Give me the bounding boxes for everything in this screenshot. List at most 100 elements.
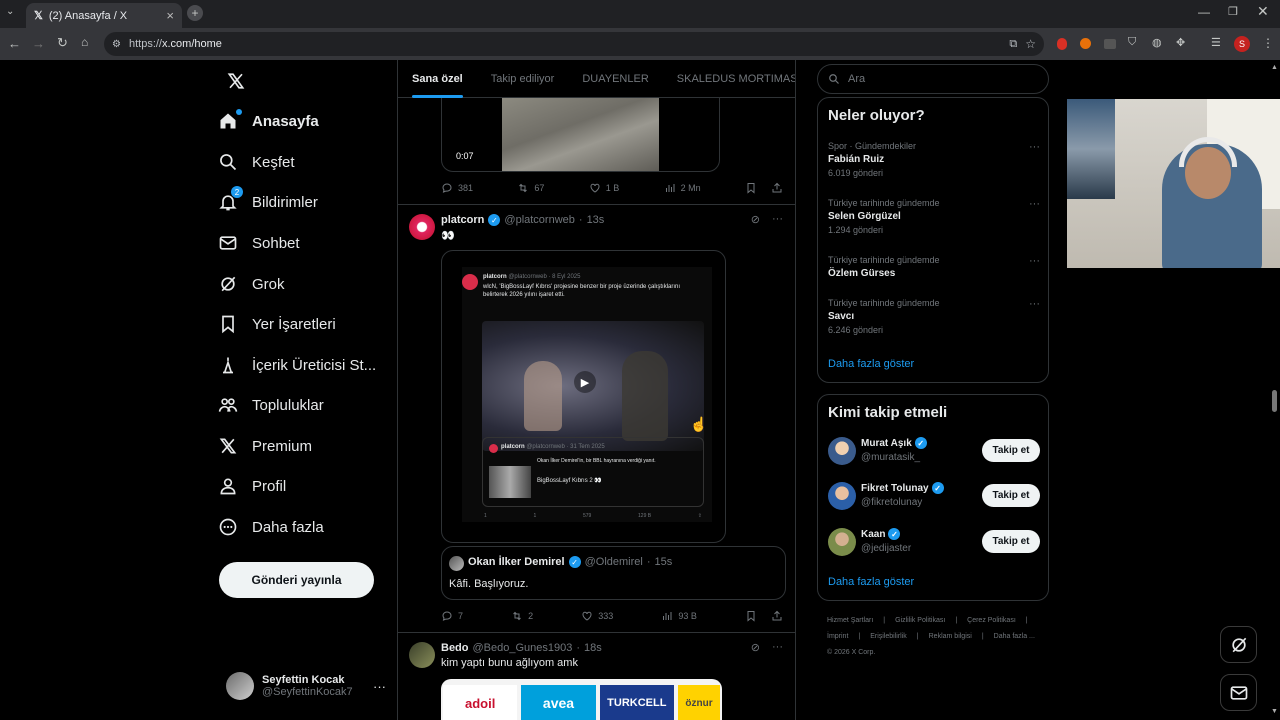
quoted-tweet-image[interactable]: platcorn @platcornweb · 8 Eyl 2025 wlcN,… <box>441 250 726 543</box>
tweet-more-icon[interactable]: ··· <box>772 213 783 226</box>
extension-grey-icon[interactable] <box>1104 39 1116 49</box>
trend-more-icon[interactable]: ··· <box>1029 298 1040 310</box>
extension-orange-icon[interactable] <box>1080 38 1091 49</box>
footer-terms-link[interactable]: Hizmet Şartları <box>827 617 873 624</box>
tweet-media-video[interactable]: 0:07 <box>441 98 720 172</box>
tweet-more-icon[interactable]: ··· <box>772 641 783 654</box>
nav-chat[interactable]: Sohbet <box>218 225 300 261</box>
views-button[interactable]: 93 B <box>661 610 697 622</box>
share-icon[interactable] <box>771 182 783 194</box>
trend-item[interactable]: Spor · Gündemdekiler Fabián Ruiz 6.019 g… <box>828 141 1040 178</box>
follow-button[interactable]: Takip et <box>982 484 1040 507</box>
post-button[interactable]: Gönderi yayınla <box>219 562 374 598</box>
avatar[interactable] <box>409 214 435 240</box>
maximize-icon[interactable]: ❐ <box>1228 5 1238 18</box>
nav-communities[interactable]: Topluluklar <box>218 387 324 423</box>
nav-home[interactable]: Anasayfa <box>218 103 319 139</box>
messages-fab-button[interactable] <box>1220 674 1257 711</box>
trend-item[interactable]: Türkiye tarihinde gündemde Savcı 6.246 g… <box>828 298 1040 335</box>
reading-list-icon[interactable]: ☰ <box>1211 36 1221 49</box>
extensions-puzzle-icon[interactable]: ✥ <box>1176 36 1185 49</box>
reply-button[interactable]: 7 <box>441 610 463 622</box>
tweet-time[interactable]: 13s <box>587 214 605 226</box>
browser-tab[interactable]: 𝕏 (2) Anasayfa / X × <box>26 3 182 28</box>
who-show-more-link[interactable]: Daha fazla göster <box>828 576 914 588</box>
tweet-author-handle[interactable]: @platcornweb <box>504 214 574 226</box>
install-app-icon[interactable]: ⧉ <box>1009 38 1017 51</box>
trend-more-icon[interactable]: ··· <box>1029 198 1040 210</box>
back-icon[interactable]: ← <box>8 36 21 51</box>
new-tab-icon[interactable]: + <box>187 5 203 21</box>
follow-suggestion[interactable]: Kaan ✓ @jedijaster Takip et <box>828 526 1040 560</box>
tab-for-you[interactable]: Sana özel <box>398 60 477 98</box>
follow-button[interactable]: Takip et <box>982 439 1040 462</box>
shield-extension-icon[interactable]: ⛉ <box>1128 36 1136 49</box>
tweet-author-name[interactable]: Bedo <box>441 642 469 654</box>
tweet-time[interactable]: 18s <box>584 642 602 654</box>
footer-privacy-link[interactable]: Gizlilik Politikası <box>895 617 945 624</box>
tab-search-icon[interactable]: ⌄ <box>6 6 14 17</box>
browser-menu-icon[interactable]: ⋮ <box>1262 36 1274 50</box>
tab-duayenler[interactable]: DUAYENLER <box>568 60 662 98</box>
close-window-icon[interactable]: ✕ <box>1257 3 1269 20</box>
follow-suggestion[interactable]: Murat Aşık ✓ @muratasik_ Takip et <box>828 435 1040 469</box>
follow-suggestion[interactable]: Fikret Tolunay ✓ @fikretolunay Takip et <box>828 480 1040 514</box>
quote-tweet-card[interactable]: Okan İlker Demirel ✓ @Oldemirel · 15s Kâ… <box>441 546 786 600</box>
avatar[interactable] <box>409 642 435 668</box>
trend-item[interactable]: Türkiye tarihinde gündemde Özlem Gürses … <box>828 255 1040 279</box>
nav-profile[interactable]: Profil <box>218 468 286 504</box>
address-bar[interactable]: ⚙ https://x.com/home ⧉ ☆ <box>104 32 1044 56</box>
minimize-icon[interactable]: — <box>1198 5 1210 19</box>
site-info-icon[interactable]: ⚙ <box>112 39 121 50</box>
extension-red-icon[interactable] <box>1057 38 1067 50</box>
retweet-button[interactable]: 67 <box>517 182 544 194</box>
footer-cookies-link[interactable]: Çerez Politikası <box>967 617 1016 624</box>
views-button[interactable]: 2 Mn <box>664 182 701 194</box>
account-switcher[interactable]: Seyfettin Kocak @SeyfettinKocak7 ··· <box>226 672 386 700</box>
bookmark-icon[interactable] <box>745 182 757 194</box>
tweet-author-name[interactable]: platcorn <box>441 214 484 226</box>
bookmark-icon[interactable] <box>745 610 757 622</box>
retweet-button[interactable]: 2 <box>511 610 533 622</box>
nav-grok[interactable]: Grok <box>218 266 285 302</box>
nav-more[interactable]: Daha fazla <box>218 509 324 545</box>
trend-item[interactable]: Türkiye tarihinde gündemde Selen Görgüze… <box>828 198 1040 235</box>
grok-explain-icon[interactable]: ⊘ <box>751 641 760 654</box>
home-browser-icon[interactable]: ⌂ <box>81 35 88 49</box>
nav-notifications[interactable]: 2 Bildirimler <box>218 184 318 220</box>
share-icon[interactable] <box>771 610 783 622</box>
trend-more-icon[interactable]: ··· <box>1029 255 1040 267</box>
follow-button[interactable]: Takip et <box>982 530 1040 553</box>
tab-skaledus-mortimas[interactable]: SKALEDUS MORTIMAS <box>663 60 795 98</box>
forward-icon[interactable]: → <box>32 36 45 51</box>
footer-ads-info-link[interactable]: Reklam bilgisi <box>929 633 972 640</box>
account-more-icon[interactable]: ··· <box>373 679 386 694</box>
nav-bookmarks[interactable]: Yer İşaretleri <box>218 306 336 342</box>
close-tab-icon[interactable]: × <box>166 8 174 23</box>
x-logo-icon[interactable] <box>227 72 245 90</box>
nav-premium[interactable]: Premium <box>218 428 312 464</box>
trend-more-icon[interactable]: ··· <box>1029 141 1040 153</box>
nav-explore[interactable]: Keşfet <box>218 144 295 180</box>
nav-creator-studio[interactable]: İçerik Üreticisi St... <box>218 347 376 383</box>
tab-following[interactable]: Takip ediliyor <box>477 60 569 98</box>
profile-avatar[interactable]: S <box>1234 36 1250 52</box>
globe-extension-icon[interactable]: ◍ <box>1152 36 1162 49</box>
footer-imprint-link[interactable]: İmprint <box>827 633 848 640</box>
grok-explain-icon[interactable]: ⊘ <box>751 213 760 226</box>
like-button[interactable]: 333 <box>581 610 613 622</box>
trends-show-more-link[interactable]: Daha fazla göster <box>828 358 914 370</box>
reply-button[interactable]: 381 <box>441 182 473 194</box>
scrollbar-up-icon[interactable]: ▲ <box>1271 64 1278 71</box>
footer-accessibility-link[interactable]: Erişilebilirlik <box>870 633 907 640</box>
tweet-author-handle[interactable]: @Bedo_Gunes1903 <box>473 642 573 654</box>
search-input[interactable]: Ara <box>817 64 1049 94</box>
tweet-image[interactable]: adoil avea TURKCELL öznur <box>441 679 722 720</box>
scrollbar-down-icon[interactable]: ▼ <box>1271 708 1278 715</box>
reload-icon[interactable]: ↻ <box>57 35 68 51</box>
bookmark-star-icon[interactable]: ☆ <box>1025 37 1036 51</box>
grok-fab-button[interactable] <box>1220 626 1257 663</box>
scrollbar-thumb[interactable] <box>1272 390 1277 412</box>
footer-more-link[interactable]: Daha fazla ... <box>994 633 1035 640</box>
like-button[interactable]: 1 B <box>589 182 619 194</box>
